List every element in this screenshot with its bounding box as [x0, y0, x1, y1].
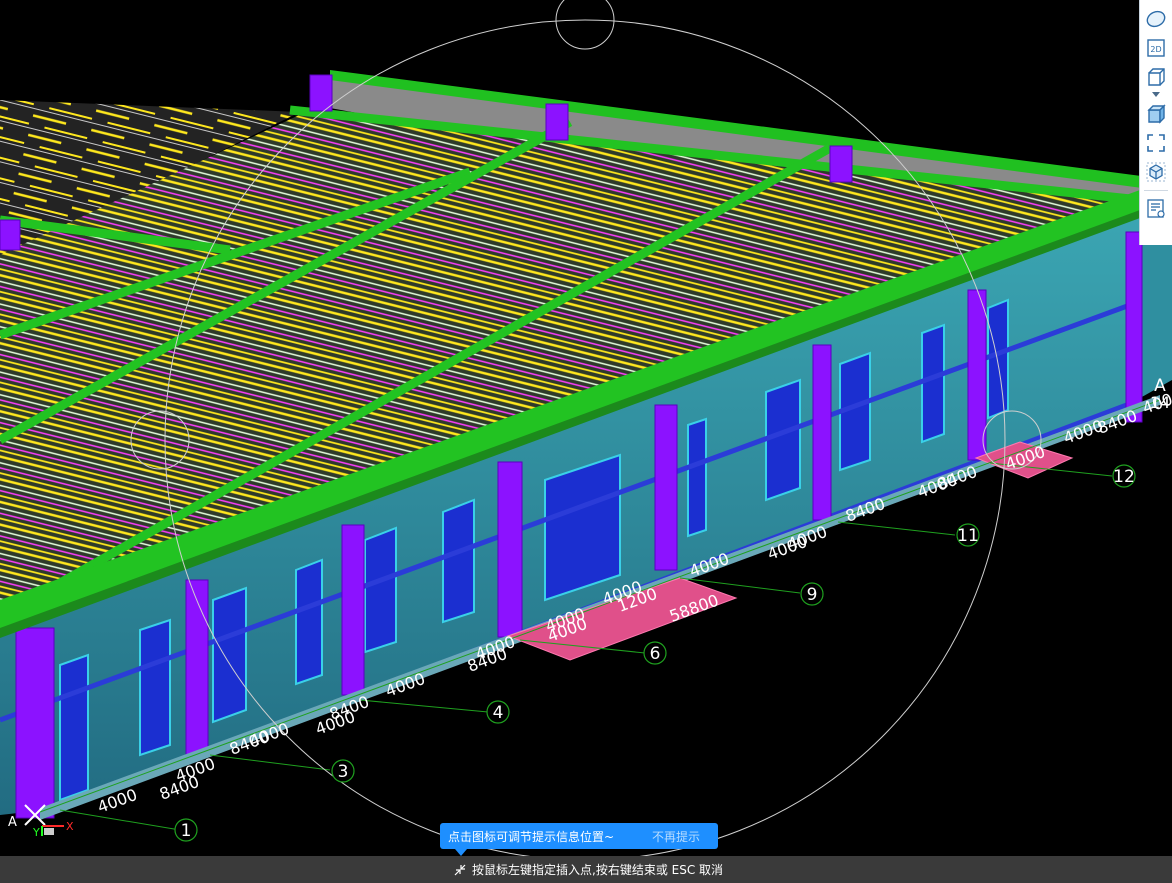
axis-bubble-number: 12 — [1113, 467, 1135, 487]
isometric-cube-button[interactable] — [1143, 159, 1169, 185]
toolbar-separator — [1144, 190, 1168, 191]
3d-wireframe-icon — [1148, 68, 1165, 86]
perspective-button[interactable] — [1143, 6, 1169, 32]
axis-bubble-number: 3 — [338, 762, 349, 782]
layer-settings-button[interactable] — [1143, 195, 1169, 221]
3d-shaded-button[interactable] — [1143, 101, 1169, 127]
2d-view-button[interactable]: 2D — [1143, 35, 1169, 61]
axis-bubble-9: 9 — [800, 582, 824, 606]
perspective-icon — [1146, 10, 1166, 28]
axis-bubble-12: 12 — [1112, 464, 1136, 488]
dont-show-again-link[interactable]: 不再提示 — [652, 828, 700, 845]
axis-bubble-6: 6 — [643, 641, 667, 665]
svg-text:2D: 2D — [1150, 45, 1161, 54]
isometric-cube-icon — [1146, 162, 1166, 182]
ucs-origin-label: A — [8, 815, 17, 830]
hint-popup: 点击图标可调节提示信息位置~ 不再提示 — [440, 823, 718, 849]
command-status-bar: 按鼠标左键指定插入点,按右键结束或 ESC 取消 — [0, 856, 1172, 883]
axis-bubble-3: 3 — [331, 759, 355, 783]
hint-text[interactable]: 点击图标可调节提示信息位置~ — [448, 828, 652, 845]
view-mode-dropdown-caret[interactable] — [1152, 92, 1160, 97]
axis-bubble-number: 9 — [807, 585, 818, 605]
axis-bubble-number: 11 — [957, 526, 979, 546]
fit-view-button[interactable] — [1143, 130, 1169, 156]
3d-wireframe-button[interactable] — [1143, 64, 1169, 90]
view-toolbar: 2D — [1139, 0, 1172, 245]
3d-shaded-icon — [1147, 104, 1166, 124]
ucs-x-label: X — [66, 820, 74, 833]
axis-partial-label: 14 — [1150, 393, 1170, 412]
axis-bubble-1: 1 — [174, 818, 198, 842]
3d-model-viewport[interactable]: 4000 8400 4000 8400 4000 4000 8400 4000 8400 4000… — [0, 0, 1172, 856]
2d-view-icon: 2D — [1147, 39, 1165, 57]
collapse-arrows-icon[interactable] — [452, 862, 468, 878]
layer-settings-icon — [1147, 199, 1165, 218]
fit-view-icon — [1147, 134, 1165, 152]
hint-popup-arrow — [455, 849, 467, 856]
ucs-y-label: Y — [32, 826, 40, 839]
axis-bubble-number: 4 — [493, 703, 504, 723]
axis-bubble-4: 4 — [486, 700, 510, 724]
status-prompt: 按鼠标左键指定插入点,按右键结束或 ESC 取消 — [472, 863, 724, 877]
axis-bubble-number: 6 — [650, 644, 661, 664]
axis-bubble-number: 1 — [181, 821, 192, 841]
axis-bubble-11: 11 — [956, 523, 980, 547]
